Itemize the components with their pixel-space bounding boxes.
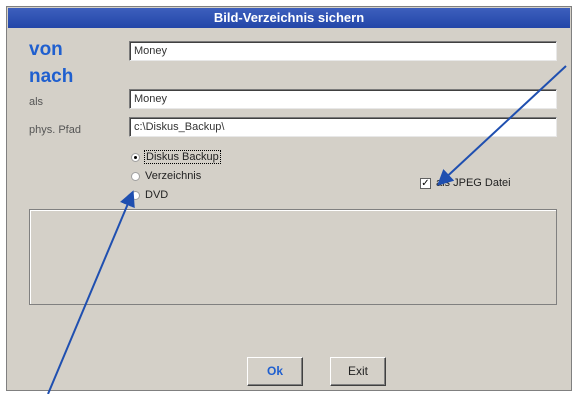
window-title: Bild-Verzeichnis sichern — [8, 8, 570, 28]
von-label: von — [29, 39, 63, 60]
info-panel — [29, 209, 557, 305]
als-field[interactable]: Money — [129, 89, 557, 109]
radio-diskus-backup[interactable]: Diskus Backup — [131, 149, 221, 165]
jpeg-checkbox-label: als JPEG Datei — [436, 177, 511, 189]
checkmark-icon: ✓ — [420, 177, 431, 189]
radio-dvd-label: DVD — [145, 189, 169, 201]
ok-button[interactable]: Ok — [247, 357, 303, 386]
radio-diskus-backup-label: Diskus Backup — [144, 150, 221, 164]
nach-label: nach — [29, 66, 74, 87]
radio-dvd[interactable]: DVD — [131, 187, 168, 203]
exit-button[interactable]: Exit — [330, 357, 386, 386]
radio-verzeichnis[interactable]: Verzeichnis — [131, 168, 201, 184]
radio-unchecked-icon — [131, 171, 140, 181]
als-label: als — [29, 96, 44, 108]
radio-unchecked-icon — [131, 190, 140, 200]
pfad-label: phys. Pfad — [29, 124, 81, 136]
radio-checked-icon — [131, 152, 140, 162]
pfad-field[interactable]: c:\Diskus_Backup\ — [129, 117, 557, 137]
von-field[interactable]: Money — [129, 41, 557, 61]
radio-verzeichnis-label: Verzeichnis — [145, 170, 202, 182]
jpeg-checkbox[interactable]: ✓ als JPEG Datei — [420, 177, 511, 189]
dialog-window: Bild-Verzeichnis sichern von Money nach … — [6, 6, 572, 391]
